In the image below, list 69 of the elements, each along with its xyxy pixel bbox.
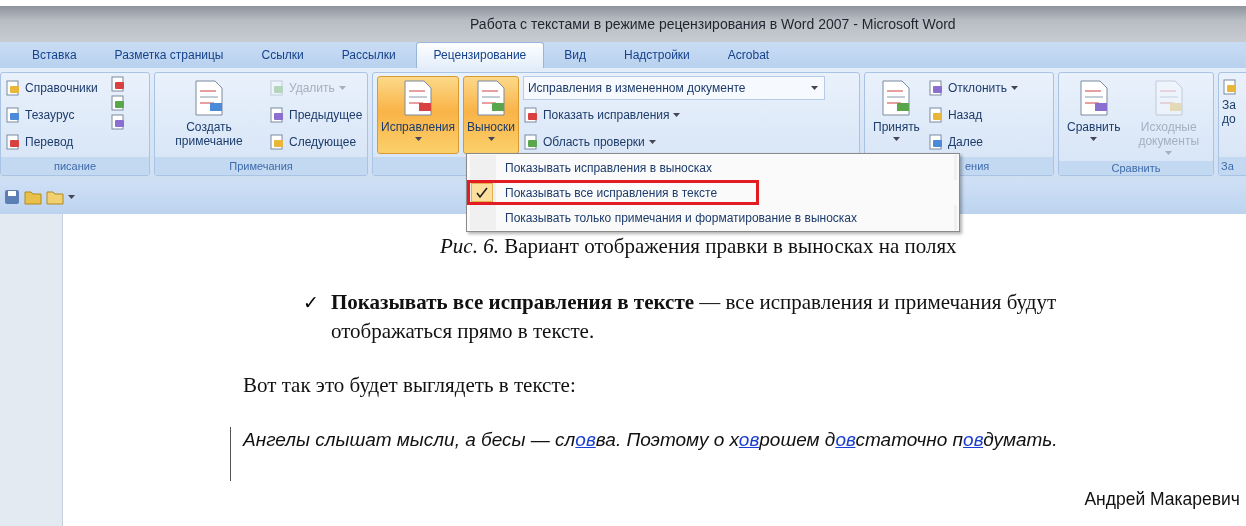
caret-icon xyxy=(673,113,681,117)
caret-icon xyxy=(810,86,818,90)
figure-caption: Рис. 6. Вариант отображения правки в выносках на полях xyxy=(440,234,958,259)
ribbon-tab[interactable]: Вид xyxy=(546,42,604,68)
check-mark: ✓ xyxy=(303,290,319,315)
ribbon-button[interactable]: Сравнить xyxy=(1063,76,1125,158)
document-icon xyxy=(5,80,21,96)
document-icon xyxy=(109,76,126,92)
document-icon xyxy=(927,107,944,123)
ribbon-button[interactable]: Создать примечание xyxy=(159,76,259,154)
menu-item[interactable]: Показывать все исправления в тексте xyxy=(467,180,759,205)
folder-icon[interactable] xyxy=(24,189,42,205)
ribbon-button[interactable]: Назад xyxy=(927,103,1018,127)
ribbon-button[interactable]: Отклонить xyxy=(927,76,1018,100)
document-icon xyxy=(927,80,944,96)
paragraph: Вот так это будет выглядеть в тексте: xyxy=(243,373,577,398)
ribbon-button[interactable]: Тезаурус xyxy=(5,103,98,127)
bullet-text: Показывать все исправления в тексте — все исправления и примечания будут отображаться прямо в тексте. xyxy=(330,289,1058,345)
quote-text: Ангелы слышат мысли, а бесы — словва. Поэтому о ховрошем довстаточно повдумать. xyxy=(243,429,1058,451)
quote-author: Андрей Макаревич xyxy=(1084,489,1240,509)
ribbon-tab[interactable]: Надстройки xyxy=(606,42,708,68)
caret-icon xyxy=(1011,86,1018,90)
folder-icon[interactable] xyxy=(46,189,64,205)
document-icon xyxy=(269,134,285,150)
caret-icon xyxy=(414,137,422,141)
group-label: писание xyxy=(1,157,149,175)
ribbon-button[interactable]: Выноски xyxy=(463,76,519,154)
document-icon xyxy=(522,107,539,123)
ribbon-button[interactable]: Показать исправления xyxy=(522,103,825,127)
ribbon-button[interactable]: Перевод xyxy=(5,130,98,154)
document-icon xyxy=(474,79,508,117)
dropdown-field[interactable]: Исправления в измененном документе xyxy=(522,76,825,100)
caret-icon xyxy=(1090,137,1098,141)
window-title: Работа с текстами в режиме рецензирования в Word 2007 - Microsoft Word xyxy=(470,16,956,32)
caret-icon xyxy=(1165,151,1173,155)
ribbon-button[interactable]: Следующее xyxy=(269,130,363,154)
menu-item[interactable]: Показывать исправления в выносках xyxy=(467,155,957,180)
document-icon xyxy=(109,114,126,130)
ribbon-tab[interactable]: Рассылки xyxy=(323,42,414,68)
ribbon-button[interactable]: Принять xyxy=(869,76,924,154)
ribbon-tab[interactable]: Вставка xyxy=(14,42,95,68)
caret-icon xyxy=(338,86,346,90)
ribbon-tab[interactable]: Acrobat xyxy=(709,42,788,68)
document-icon xyxy=(109,95,126,111)
ribbon-tab[interactable]: Ссылки xyxy=(243,42,322,68)
caret-icon xyxy=(648,140,656,144)
document-icon xyxy=(192,79,226,117)
document-icon xyxy=(522,134,539,150)
caret-icon xyxy=(68,195,75,199)
document-icon xyxy=(927,134,944,150)
document-icon xyxy=(269,107,285,123)
ribbon-tab[interactable]: Разметка страницы xyxy=(96,42,242,68)
ribbon-button[interactable]: Исправления xyxy=(377,76,460,154)
group-label: Примечания xyxy=(155,157,367,175)
document-icon xyxy=(5,134,21,150)
ribbon-button[interactable]: За до xyxy=(1221,76,1243,154)
ribbon-button[interactable]: Предыдущее xyxy=(269,103,363,127)
caret-icon xyxy=(487,137,495,141)
menu-item[interactable]: Показывать только примечания и форматирование в выносках xyxy=(467,205,957,230)
group-label: За xyxy=(1219,157,1246,175)
ribbon-button[interactable]: Справочники xyxy=(5,76,98,100)
check-icon xyxy=(476,186,488,199)
document-icon xyxy=(5,107,21,123)
document-icon xyxy=(1222,79,1238,95)
caret-icon xyxy=(892,137,900,141)
group-label: Сравнить xyxy=(1059,161,1213,175)
document-icon xyxy=(269,80,285,96)
save-icon[interactable] xyxy=(4,189,20,205)
ribbon-tab[interactable]: Рецензирование xyxy=(415,42,545,68)
